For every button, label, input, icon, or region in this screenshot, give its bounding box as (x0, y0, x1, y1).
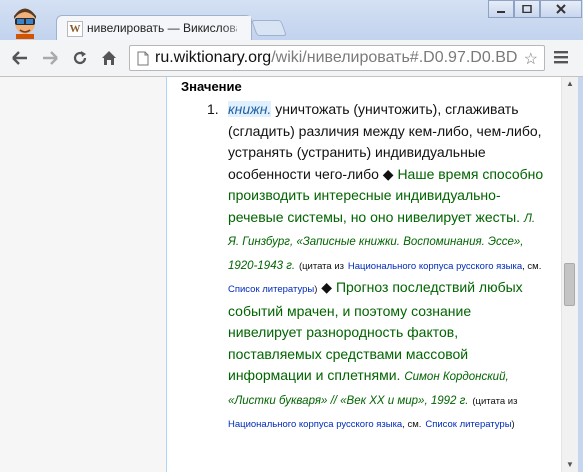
article-content: Значение 1. книжн. уничтожать (уничтожит… (166, 77, 561, 472)
literature-list-link[interactable]: Список литературы (425, 419, 511, 430)
page-icon (137, 51, 149, 70)
forward-arrow-icon[interactable] (40, 48, 60, 68)
minimize-button[interactable] (488, 0, 514, 18)
home-icon[interactable] (99, 48, 119, 68)
definition-body: книжн. уничтожать (уничтожить), сглажива… (228, 99, 544, 436)
url-text: ru.wiktionary.org/wiki/нивелировать#.D0.… (155, 49, 517, 67)
citation-suffix: ) (314, 284, 318, 295)
star-icon[interactable]: ☆ (524, 49, 538, 69)
citation-suffix: ) (511, 419, 515, 430)
page-viewport: Значение 1. книжн. уничтожать (уничтожит… (0, 77, 583, 472)
close-button[interactable] (540, 0, 582, 18)
title-bar: W нивелировать — Викисловарь (0, 0, 583, 41)
bullet-diamond-icon: ◆ (321, 279, 333, 295)
address-bar[interactable]: ru.wiktionary.org/wiki/нивелировать#.D0.… (129, 45, 545, 71)
tab-title: нивелировать — Викисловарь (87, 21, 237, 35)
citation-middle: , см. (402, 419, 422, 430)
window-controls (488, 0, 582, 20)
vertical-scrollbar[interactable]: ▲ ▼ (561, 77, 578, 472)
browser-window: W нивелировать — Викисловарь (0, 0, 583, 472)
url-host: ru.wiktionary.org (155, 49, 272, 66)
menu-icon[interactable] (553, 50, 569, 69)
bullet-diamond-icon: ◆ (382, 165, 394, 182)
maximize-button[interactable] (514, 0, 540, 18)
definition-label[interactable]: книжн. (228, 101, 272, 117)
browser-toolbar: ru.wiktionary.org/wiki/нивелировать#.D0.… (0, 40, 583, 77)
citation-prefix: (цитата из (472, 395, 518, 407)
citation-prefix: (цитата из (298, 260, 345, 272)
definition-number: 1. (207, 101, 219, 117)
back-arrow-icon[interactable] (10, 48, 30, 68)
citation-middle: , см. (522, 260, 542, 272)
corpus-link[interactable]: Национального корпуса русского языка (348, 261, 522, 272)
user-avatar-icon[interactable] (8, 7, 42, 39)
section-heading: Значение (181, 79, 242, 94)
new-tab-button[interactable] (251, 20, 287, 36)
corpus-link[interactable]: Национального корпуса русского языка (228, 419, 402, 430)
tab-fade (221, 16, 251, 40)
tab-active[interactable]: W нивелировать — Викисловарь (56, 15, 252, 41)
literature-list-link[interactable]: Список литературы (228, 284, 314, 295)
wiktionary-favicon-icon: W (67, 21, 83, 37)
window-border (578, 77, 583, 472)
reload-icon[interactable] (70, 48, 90, 68)
scroll-up-icon[interactable]: ▲ (566, 79, 574, 88)
scrollbar-thumb[interactable] (564, 263, 575, 306)
scroll-down-icon[interactable]: ▼ (566, 460, 574, 469)
url-path: /wiki/нивелировать#.D0.97.D0.BD (271, 49, 518, 66)
